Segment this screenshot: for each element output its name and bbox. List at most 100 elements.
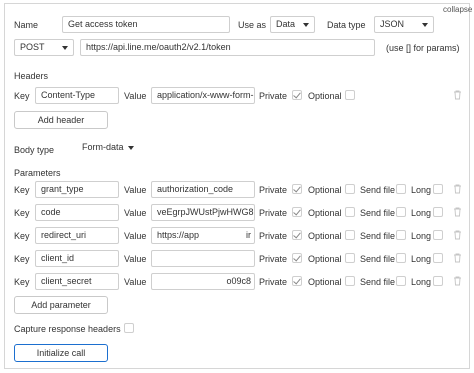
add-header-button[interactable]: Add header (14, 111, 108, 129)
trash-icon[interactable] (453, 207, 462, 217)
trash-icon[interactable] (453, 90, 462, 100)
capture-response-headers-checkbox[interactable] (124, 323, 134, 333)
param-key-input[interactable]: client_id (35, 250, 119, 267)
param-value-value: https://app (157, 230, 200, 240)
param-private-checkbox[interactable] (292, 276, 302, 286)
param-optional-checkbox[interactable] (345, 207, 355, 217)
header-value-value: application/x-www-form-u (157, 90, 255, 100)
param-key-input[interactable]: code (35, 204, 119, 221)
use-as-select[interactable]: Data (270, 16, 315, 33)
param-key-input[interactable]: client_secret (35, 273, 119, 290)
param-value-input[interactable]: o09c8 (151, 273, 255, 290)
use-as-label: Use as (238, 20, 267, 30)
data-type-select[interactable]: JSON (374, 16, 434, 33)
param-key-label: Key (14, 254, 30, 264)
param-long-checkbox[interactable] (433, 253, 443, 263)
param-key-label: Key (14, 185, 30, 195)
param-private-checkbox[interactable] (292, 207, 302, 217)
api-call-panel: collapse Name Get access token Use as Da… (4, 3, 472, 369)
param-long-checkbox[interactable] (433, 230, 443, 240)
param-optional-label: Optional (308, 208, 342, 218)
header-key-value: Content-Type (41, 90, 96, 100)
param-send-file-checkbox[interactable] (396, 184, 406, 194)
url-input[interactable]: https://api.line.me/oauth2/v2.1/token (80, 39, 375, 56)
param-send-file-label: Send file (360, 231, 396, 241)
body-type-select[interactable]: Form-data (77, 140, 139, 157)
param-private-checkbox[interactable] (292, 253, 302, 263)
method-select[interactable]: POST (14, 39, 74, 56)
param-long-checkbox[interactable] (433, 184, 443, 194)
param-private-checkbox[interactable] (292, 184, 302, 194)
header-optional-checkbox[interactable] (345, 90, 355, 100)
name-label: Name (14, 20, 39, 30)
param-value-input[interactable]: veEgrpJWUstPjwHWG8U (151, 204, 255, 221)
param-long-checkbox[interactable] (433, 276, 443, 286)
name-input[interactable]: Get access token (62, 16, 230, 33)
header-private-checkbox[interactable] (292, 90, 302, 100)
header-optional-label: Optional (308, 91, 342, 101)
header-key-input[interactable]: Content-Type (35, 87, 119, 104)
url-hint: (use [] for params) (386, 43, 460, 53)
param-value-value: veEgrpJWUstPjwHWG8U (157, 207, 255, 217)
body-type-label: Body type (14, 145, 55, 155)
param-key-input[interactable]: grant_type (35, 181, 119, 198)
param-long-label: Long (411, 208, 432, 218)
param-key-value: grant_type (41, 184, 84, 194)
param-key-input[interactable]: redirect_uri (35, 227, 119, 244)
initialize-call-button[interactable]: Initialize call (14, 344, 108, 362)
body-type-value: Form-data (82, 142, 124, 152)
param-send-file-label: Send file (360, 254, 396, 264)
param-value-input[interactable]: https://app ir (151, 227, 255, 244)
chevron-down-icon (303, 23, 309, 27)
param-optional-checkbox[interactable] (345, 184, 355, 194)
param-send-file-checkbox[interactable] (396, 253, 406, 263)
param-long-checkbox[interactable] (433, 207, 443, 217)
chevron-down-icon (62, 46, 68, 50)
collapse-link[interactable]: collapse (443, 5, 472, 14)
param-value-label: Value (124, 254, 147, 264)
method-value: POST (20, 42, 45, 52)
param-optional-checkbox[interactable] (345, 276, 355, 286)
param-send-file-checkbox[interactable] (396, 276, 406, 286)
param-key-label: Key (14, 208, 30, 218)
trash-icon[interactable] (453, 184, 462, 194)
data-type-value: JSON (380, 19, 405, 29)
param-optional-label: Optional (308, 231, 342, 241)
param-value-tail: o09c8 (226, 276, 251, 286)
param-key-value: redirect_uri (41, 230, 87, 240)
param-private-checkbox[interactable] (292, 230, 302, 240)
header-value-input[interactable]: application/x-www-form-u (151, 87, 255, 104)
param-key-value: client_id (41, 253, 75, 263)
trash-icon[interactable] (453, 230, 462, 240)
param-value-input[interactable] (151, 250, 255, 267)
param-private-label: Private (259, 231, 288, 241)
chevron-down-icon (422, 23, 428, 27)
param-private-label: Private (259, 254, 288, 264)
param-optional-checkbox[interactable] (345, 253, 355, 263)
param-private-label: Private (259, 277, 288, 287)
param-optional-label: Optional (308, 185, 342, 195)
param-send-file-label: Send file (360, 208, 396, 218)
headers-title: Headers (14, 71, 49, 81)
param-value-input[interactable]: authorization_code (151, 181, 255, 198)
param-send-file-checkbox[interactable] (396, 207, 406, 217)
param-long-label: Long (411, 254, 432, 264)
name-value: Get access token (68, 19, 138, 29)
use-as-value: Data (276, 19, 296, 29)
param-private-label: Private (259, 185, 288, 195)
capture-response-headers-label: Capture response headers (14, 324, 121, 334)
param-key-label: Key (14, 231, 30, 241)
param-send-file-checkbox[interactable] (396, 230, 406, 240)
parameters-title: Parameters (14, 168, 61, 178)
param-send-file-label: Send file (360, 185, 396, 195)
header-private-label: Private (259, 91, 288, 101)
param-long-label: Long (411, 277, 432, 287)
trash-icon[interactable] (453, 253, 462, 263)
param-send-file-label: Send file (360, 277, 396, 287)
add-parameter-button[interactable]: Add parameter (14, 296, 108, 314)
param-optional-label: Optional (308, 254, 342, 264)
trash-icon[interactable] (453, 276, 462, 286)
param-key-value: client_secret (41, 276, 92, 286)
header-key-label: Key (14, 91, 30, 101)
param-optional-checkbox[interactable] (345, 230, 355, 240)
